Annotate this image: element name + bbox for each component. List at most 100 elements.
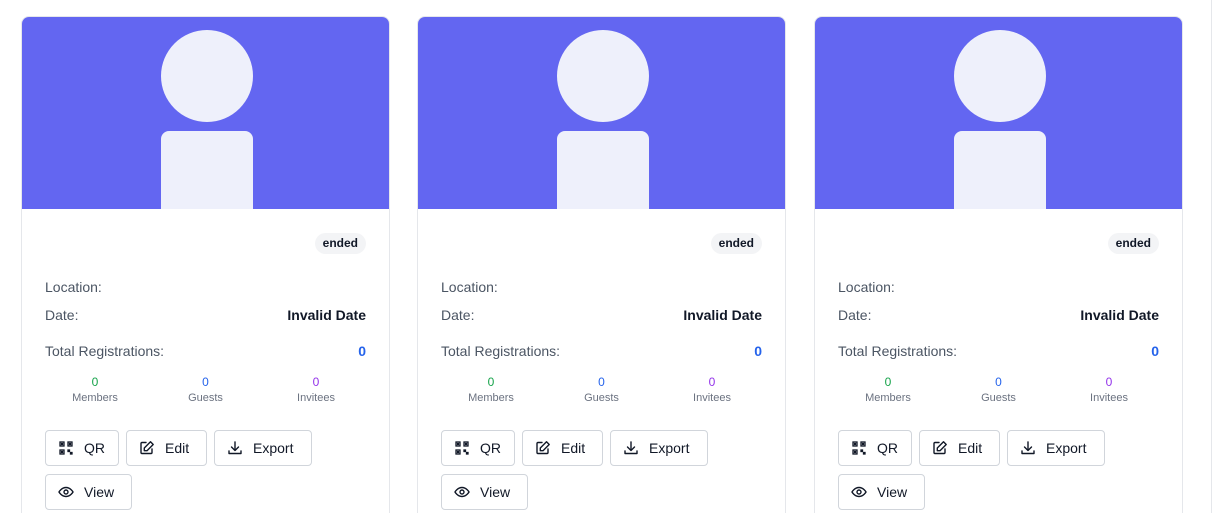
download-icon	[227, 440, 243, 456]
guests-stat: 0 Guests	[552, 375, 652, 406]
location-row: Location:	[45, 279, 366, 295]
edit-icon	[932, 440, 948, 456]
members-stat: 0 Members	[45, 375, 145, 406]
qr-button-label: QR	[480, 440, 501, 456]
location-row: Location:	[441, 279, 762, 295]
qr-code-icon	[454, 440, 470, 456]
guests-count: 0	[598, 375, 605, 389]
event-card: ended Location: Date: Invalid Date Total…	[814, 16, 1183, 513]
guests-count: 0	[995, 375, 1002, 389]
members-label: Members	[72, 392, 118, 404]
location-row: Location:	[838, 279, 1159, 295]
export-button[interactable]: Export	[610, 430, 708, 466]
guests-count: 0	[202, 375, 209, 389]
guests-stat: 0 Guests	[949, 375, 1049, 406]
event-cover-image	[815, 17, 1182, 209]
guests-label: Guests	[188, 392, 223, 404]
date-row: Date: Invalid Date	[838, 307, 1159, 323]
qr-button-label: QR	[84, 440, 105, 456]
eye-icon	[454, 484, 470, 500]
edit-button-label: Edit	[165, 440, 190, 456]
edit-button[interactable]: Edit	[522, 430, 603, 466]
guests-label: Guests	[584, 392, 619, 404]
view-button[interactable]: View	[838, 474, 925, 510]
invitees-label: Invitees	[1090, 392, 1128, 404]
user-placeholder-icon	[557, 30, 649, 209]
edit-button[interactable]: Edit	[126, 430, 207, 466]
qr-button-label: QR	[877, 440, 898, 456]
total-registrations-value: 0	[1151, 343, 1159, 359]
members-count: 0	[884, 375, 892, 389]
qr-button[interactable]: QR	[441, 430, 515, 466]
export-button-label: Export	[253, 440, 294, 456]
edit-icon	[139, 440, 155, 456]
total-registrations-label: Total Registrations:	[441, 343, 561, 359]
location-label: Location:	[838, 279, 895, 295]
date-label: Date:	[45, 307, 79, 323]
download-icon	[1020, 440, 1036, 456]
edit-icon	[535, 440, 551, 456]
event-card: ended Location: Date: Invalid Date Total…	[21, 16, 390, 513]
user-placeholder-icon	[161, 30, 253, 209]
date-label: Date:	[441, 307, 475, 323]
total-registrations-label: Total Registrations:	[45, 343, 165, 359]
total-registrations-row: Total Registrations: 0	[45, 343, 366, 359]
members-label: Members	[468, 392, 514, 404]
members-label: Members	[865, 392, 911, 404]
view-button-label: View	[84, 484, 115, 500]
event-card-list: ended Location: Date: Invalid Date Total…	[0, 0, 1219, 513]
export-button[interactable]: Export	[214, 430, 312, 466]
edit-button-label: Edit	[561, 440, 586, 456]
members-count: 0	[91, 375, 99, 389]
members-count: 0	[487, 375, 495, 389]
export-button[interactable]: Export	[1007, 430, 1105, 466]
guests-stat: 0 Guests	[156, 375, 256, 406]
qr-button[interactable]: QR	[838, 430, 912, 466]
registration-breakdown: 0 Members 0 Guests 0 Invitees	[838, 375, 1159, 406]
status-badge: ended	[710, 233, 762, 254]
invitees-stat: 0 Invitees	[1059, 375, 1159, 406]
total-registrations-row: Total Registrations: 0	[441, 343, 762, 359]
status-badge: ended	[314, 233, 366, 254]
qr-code-icon	[58, 440, 74, 456]
location-label: Location:	[441, 279, 498, 295]
invitees-count: 0	[1105, 375, 1113, 389]
invitees-label: Invitees	[693, 392, 731, 404]
view-button[interactable]: View	[45, 474, 132, 510]
registration-breakdown: 0 Members 0 Guests 0 Invitees	[45, 375, 366, 406]
event-cover-image	[22, 17, 389, 209]
download-icon	[623, 440, 639, 456]
invitees-stat: 0 Invitees	[662, 375, 762, 406]
date-value: Invalid Date	[1080, 307, 1159, 323]
date-value: Invalid Date	[683, 307, 762, 323]
registration-breakdown: 0 Members 0 Guests 0 Invitees	[441, 375, 762, 406]
total-registrations-value: 0	[754, 343, 762, 359]
view-button-label: View	[480, 484, 511, 500]
view-button[interactable]: View	[441, 474, 528, 510]
date-value: Invalid Date	[287, 307, 366, 323]
date-row: Date: Invalid Date	[45, 307, 366, 323]
invitees-count: 0	[708, 375, 716, 389]
qr-button[interactable]: QR	[45, 430, 119, 466]
total-registrations-value: 0	[358, 343, 366, 359]
location-label: Location:	[45, 279, 102, 295]
edit-button[interactable]: Edit	[919, 430, 1000, 466]
scrollbar-track[interactable]	[1211, 0, 1212, 513]
event-card: ended Location: Date: Invalid Date Total…	[417, 16, 786, 513]
edit-button-label: Edit	[958, 440, 983, 456]
invitees-stat: 0 Invitees	[266, 375, 366, 406]
view-button-label: View	[877, 484, 908, 500]
total-registrations-label: Total Registrations:	[838, 343, 958, 359]
event-cover-image	[418, 17, 785, 209]
user-placeholder-icon	[954, 30, 1046, 209]
eye-icon	[58, 484, 74, 500]
invitees-label: Invitees	[297, 392, 335, 404]
export-button-label: Export	[649, 440, 690, 456]
members-stat: 0 Members	[441, 375, 541, 406]
qr-code-icon	[851, 440, 867, 456]
export-button-label: Export	[1046, 440, 1087, 456]
invitees-count: 0	[312, 375, 320, 389]
members-stat: 0 Members	[838, 375, 938, 406]
status-badge: ended	[1107, 233, 1159, 254]
guests-label: Guests	[981, 392, 1016, 404]
